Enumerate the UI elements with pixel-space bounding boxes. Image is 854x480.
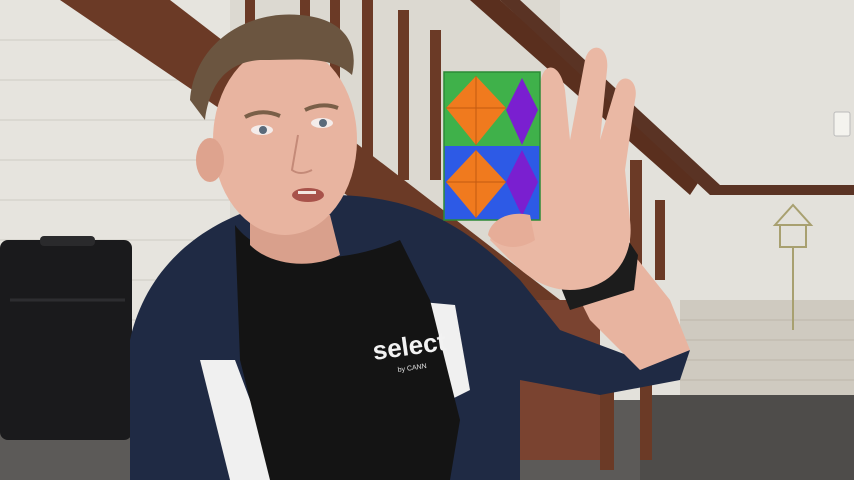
floor-right <box>640 395 854 480</box>
right-iris <box>319 119 327 127</box>
brick-wall <box>680 300 854 405</box>
suitcase-icon <box>0 236 132 440</box>
ear <box>196 138 224 182</box>
left-iris <box>259 126 267 134</box>
face <box>213 45 357 235</box>
teeth <box>298 191 316 194</box>
photo-scene: select by CANN <box>0 0 854 480</box>
mouth <box>292 188 324 202</box>
puzzle-cube-icon <box>443 71 541 221</box>
wall-outlet-icon <box>833 111 851 137</box>
